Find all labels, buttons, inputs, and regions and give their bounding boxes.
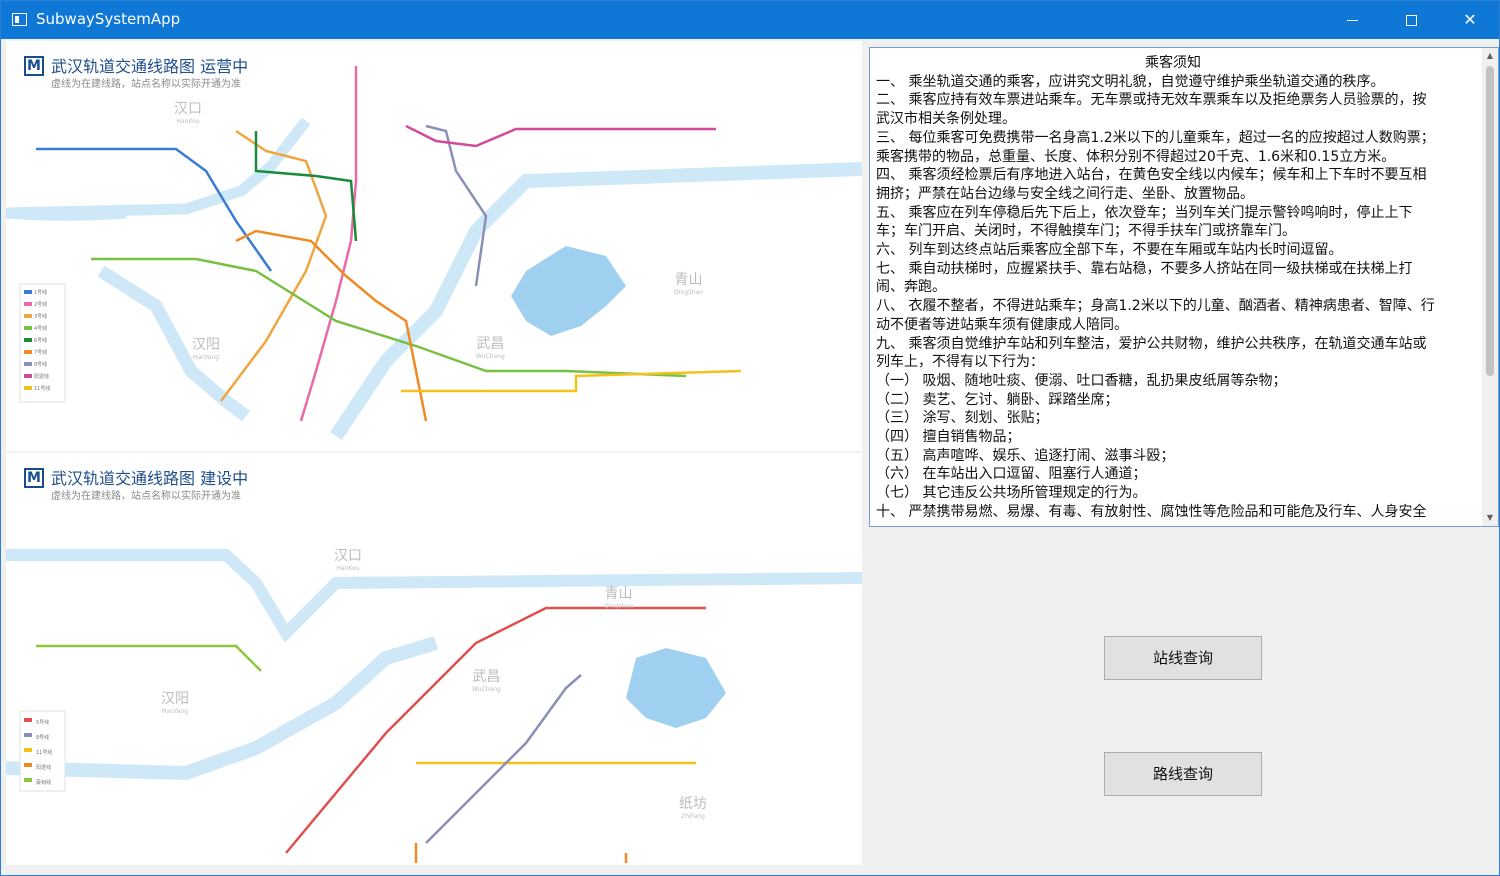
- notice-line: 一、 乘坐轨道交通的乘客，应讲究文明礼貌，自觉遵守维护乘坐轨道交通的秩序。: [876, 73, 1385, 90]
- notice-line: 三、 每位乘客可免费携带一名身高1.2米以下的儿童乘车，超过一名的应按超过人数购…: [876, 129, 1435, 146]
- notice-line: （三） 涂写、刻划、张贴；: [876, 410, 1049, 427]
- notice-line: （二） 卖艺、乞讨、躺卧、踩踏坐席；: [876, 391, 1119, 408]
- district-label: 武昌 WuChang: [472, 669, 501, 693]
- district-label: 汉阳 HanYang: [161, 691, 189, 715]
- operating-map: M 武汉轨道交通线路图 运营中 虚线为在建线路，站点名称以实际开通为准 汉口 Ha…: [6, 41, 862, 451]
- close-icon: ✕: [1463, 10, 1477, 29]
- notice-line: （一） 吸烟、随地吐痰、便溺、吐口香糖，乱扔果皮纸屑等杂物；: [876, 372, 1287, 389]
- metro-logo: M: [24, 56, 44, 76]
- district-label: 青山 QingShan: [604, 586, 634, 610]
- route-query-button[interactable]: 路线查询: [1104, 752, 1262, 796]
- notice-line: 四、 乘客须经检票后有序地进入站台，在黄色安全线以内候车；候车和上下车时不要互相: [876, 167, 1427, 184]
- notice-line: 乘客携带的物品，总重量、长度、体积分别不得超过20千克、1.6米和0.15立方米…: [876, 148, 1396, 165]
- passenger-notice-textbox[interactable]: 乘客须知 一、 乘坐轨道交通的乘客，应讲究文明礼貌，自觉遵守维护乘坐轨道交通的秩…: [869, 47, 1499, 527]
- notice-line: 列车上，不得有以下行为：: [876, 354, 1044, 371]
- notice-line: 武汉市相关条例处理。: [876, 111, 1016, 128]
- district-label: 汉口 HanKou: [334, 548, 362, 572]
- notice-line: 六、 列车到达终点站后乘客应全部下车，不要在车厢或车站内长时间逗留。: [876, 242, 1343, 259]
- notice-line: 十、 严禁携带易燃、易爆、有毒、有放射性、腐蚀性等危险品和可能危及行车、人身安全: [876, 503, 1427, 520]
- construction-map-legend: 5号线 8号线 11号线 阳逻线 蔡甸线: [36, 720, 53, 786]
- metro-logo: M: [24, 468, 44, 488]
- scroll-up-arrow-icon[interactable]: ▲: [1482, 48, 1498, 64]
- subway-map-panel: M 武汉轨道交通线路图 运营中 虚线为在建线路，站点名称以实际开通为准 汉口 Ha…: [6, 41, 862, 865]
- station-query-button[interactable]: 站线查询: [1104, 636, 1262, 680]
- notice-line: （四） 擅自销售物品；: [876, 429, 1021, 446]
- construction-map: M 武汉轨道交通线路图 建设中 虚线为在建线路，站点名称以实际开通为准 汉口 Ha…: [6, 453, 862, 863]
- district-label: 青山 QingShan: [674, 272, 704, 296]
- close-button[interactable]: ✕: [1441, 1, 1499, 39]
- notice-title: 乘客须知: [1145, 55, 1201, 71]
- maximize-icon: [1405, 15, 1417, 26]
- maximize-button[interactable]: [1382, 1, 1440, 39]
- district-label: 武昌 WuChang: [476, 336, 505, 360]
- operating-map-title: 武汉轨道交通线路图 运营中: [51, 57, 249, 76]
- scrollbar-thumb[interactable]: [1486, 66, 1494, 376]
- notice-line: 七、 乘自动扶梯时，应握紧扶手、靠右站稳，不要多人挤站在同一级扶梯或在扶梯上打: [876, 260, 1413, 277]
- notice-line: 拥挤；严禁在站台边缘与安全线之间行走、坐卧、放置物品。: [876, 185, 1254, 202]
- app-window-icon: [12, 13, 27, 26]
- app-window: SubwaySystemApp ✕ M 武汉轨道交通线路图 运营中 虚线为在建线…: [0, 0, 1500, 876]
- window-title: SubwaySystemApp: [36, 10, 181, 28]
- operating-map-subtitle: 虚线为在建线路，站点名称以实际开通为准: [51, 79, 241, 90]
- notice-line: 动不便者等进站乘车须有健康成人陪同。: [876, 316, 1128, 333]
- minimize-button[interactable]: [1323, 1, 1381, 39]
- district-label: 汉阳 HanYang: [192, 337, 220, 361]
- notice-line: （六） 在车站出入口逗留、阻塞行人通道；: [876, 466, 1147, 483]
- notice-line: （五） 高声喧哗、娱乐、追逐打闹、滋事斗殴；: [876, 447, 1175, 464]
- construction-map-subtitle: 虚线为在建线路，站点名称以实际开通为准: [51, 491, 241, 502]
- notice-line: 九、 乘客须自觉维护车站和列车整洁，爱护公共财物，维护公共秩序，在轨道交通车站或: [876, 335, 1427, 352]
- notice-scrollbar[interactable]: ▲ ▼: [1482, 48, 1498, 526]
- operating-map-graphic: [6, 66, 862, 440]
- title-bar[interactable]: SubwaySystemApp ✕: [1, 1, 1499, 39]
- notice-line: 八、 衣履不整者，不得进站乘车；身高1.2米以下的儿童、酗酒者、精神病患者、智障…: [876, 298, 1435, 315]
- scroll-down-arrow-icon[interactable]: ▼: [1482, 510, 1498, 526]
- minimize-icon: [1346, 20, 1358, 21]
- district-label: 纸坊 ZhiFang: [679, 796, 707, 820]
- notice-line: 五、 乘客应在列车停稳后先下后上，依次登车；当列车关门提示警铃鸣响时，停止上下: [876, 204, 1413, 221]
- notice-line: （七） 其它违反公共场所管理规定的行为。: [876, 485, 1147, 502]
- passenger-notice-content: 乘客须知 一、 乘坐轨道交通的乘客，应讲究文明礼貌，自觉遵守维护乘坐轨道交通的秩…: [876, 54, 1470, 522]
- notice-line: 闹、奔跑。: [876, 279, 946, 296]
- district-label: 汉口 HanKou: [174, 101, 202, 125]
- construction-map-graphic: [6, 549, 862, 863]
- operating-map-legend: 1号线 2号线 3号线 4号线 6号线 7号线 8号线 阳逻线 11号线: [34, 290, 51, 392]
- notice-line: 车；车门开启、关闭时，不得触摸车门；不得手扶车门或挤靠车门。: [876, 223, 1296, 240]
- notice-line: 二、 乘客应持有效车票进站乘车。无车票或持无效车票乘车以及拒绝票务人员验票的，按: [876, 92, 1427, 109]
- construction-map-title: 武汉轨道交通线路图 建设中: [51, 469, 249, 488]
